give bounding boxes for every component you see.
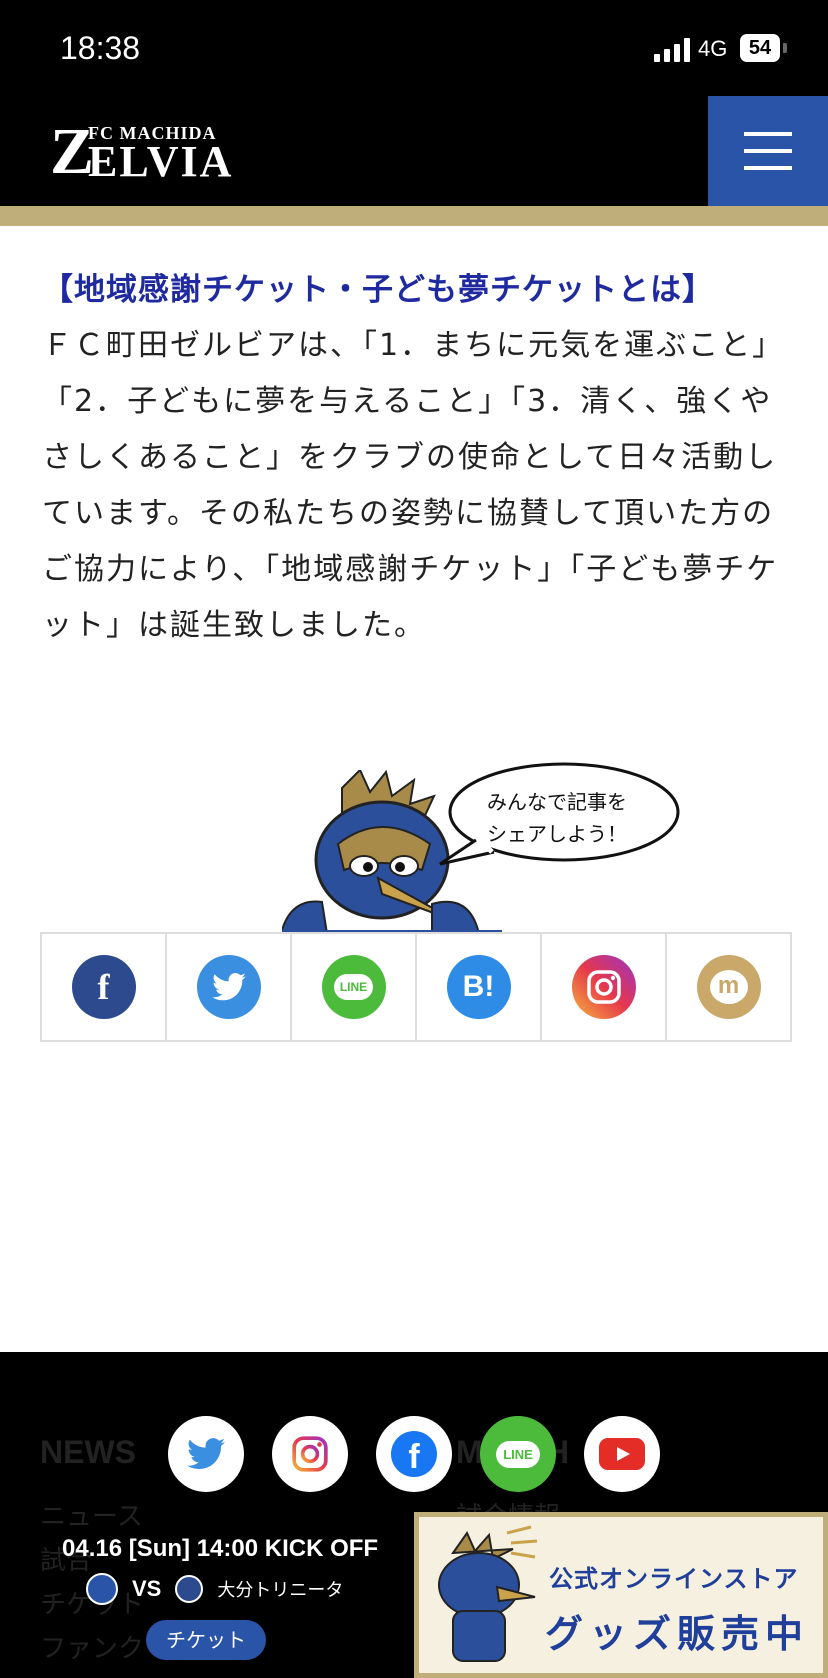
hatena-icon: B! xyxy=(446,955,511,1019)
logo-main: ELVIA xyxy=(88,137,234,186)
share-mixi-button[interactable]: m xyxy=(667,934,790,1040)
speech-bubble-text: みんなで記事を シェアしよう！ xyxy=(452,786,662,850)
footer-news-item[interactable]: ファンク xyxy=(40,1628,144,1665)
line-icon: LINE xyxy=(496,1440,540,1468)
footer-news-title: NEWS xyxy=(40,1434,136,1470)
youtube-icon xyxy=(599,1438,645,1470)
article-body: ＦＣ町田ゼルビアは、「1．まちに元気を運ぶこと」「2．子どもに夢を与えること」「… xyxy=(42,328,785,643)
instagram-icon xyxy=(571,955,636,1019)
footer-line-button[interactable]: LINE xyxy=(480,1416,556,1492)
header-accent-bar xyxy=(0,206,828,226)
vs-label: VS xyxy=(132,1576,162,1601)
mixi-icon: m xyxy=(696,955,761,1019)
share-buttons: f LINE B! m xyxy=(40,932,792,1042)
match-datetime: 04.16 [Sun] 14:00 KICK OFF xyxy=(62,1535,379,1562)
status-bar: 18:38 4G 54 xyxy=(0,0,828,96)
ticket-button[interactable]: チケット xyxy=(146,1620,266,1660)
mixi-icon-label: m xyxy=(709,970,748,1004)
banner-subtitle: グッズ販売中 xyxy=(545,1611,810,1656)
mascot-banner-illustration xyxy=(438,1525,538,1662)
bubble-line-1: みんなで記事を xyxy=(487,790,627,814)
share-hatena-button[interactable]: B! xyxy=(417,934,542,1040)
facebook-icon: f xyxy=(71,955,136,1019)
share-line-button[interactable]: LINE xyxy=(292,934,417,1040)
opponent-name: 大分トリニータ xyxy=(217,1580,344,1600)
footer-youtube-button[interactable] xyxy=(584,1416,660,1492)
signal-icon xyxy=(654,38,692,62)
share-instagram-button[interactable] xyxy=(542,934,667,1040)
site-header: Z FC MACHIDA ELVIA xyxy=(0,96,828,206)
zelvia-emblem-icon xyxy=(86,1573,118,1605)
footer-facebook-button[interactable]: f xyxy=(376,1416,452,1492)
network-type: 4G xyxy=(698,36,728,61)
line-icon-label: LINE xyxy=(333,974,374,1000)
next-match: 04.16 [Sun] 14:00 KICK OFF VS 大分トリニータ xyxy=(62,1535,378,1605)
article-heading: 【地域感謝チケット・子ども夢チケットとは】 xyxy=(42,272,714,308)
footer-instagram-button[interactable] xyxy=(272,1416,348,1492)
instagram-icon xyxy=(292,1436,328,1472)
twitter-icon xyxy=(196,955,261,1019)
battery-icon: 54 xyxy=(740,34,787,62)
share-facebook-button[interactable]: f xyxy=(42,934,167,1040)
hamburger-menu-button[interactable] xyxy=(708,96,828,206)
line-icon: LINE xyxy=(321,955,386,1019)
bubble-line-2: シェアしよう！ xyxy=(487,822,627,846)
facebook-icon: f xyxy=(391,1431,437,1477)
status-time: 18:38 xyxy=(60,30,141,66)
share-twitter-button[interactable] xyxy=(167,934,292,1040)
footer-news-item[interactable]: ニュース xyxy=(40,1496,143,1533)
zelvia-logo[interactable]: Z FC MACHIDA ELVIA xyxy=(50,119,234,186)
online-store-banner[interactable]: 公式オンラインストア グッズ販売中 xyxy=(414,1512,828,1678)
banner-title: 公式オンラインストア xyxy=(549,1564,799,1593)
opponent-emblem-icon xyxy=(175,1575,204,1603)
footer-twitter-button[interactable] xyxy=(168,1416,244,1492)
twitter-icon xyxy=(187,1438,225,1470)
